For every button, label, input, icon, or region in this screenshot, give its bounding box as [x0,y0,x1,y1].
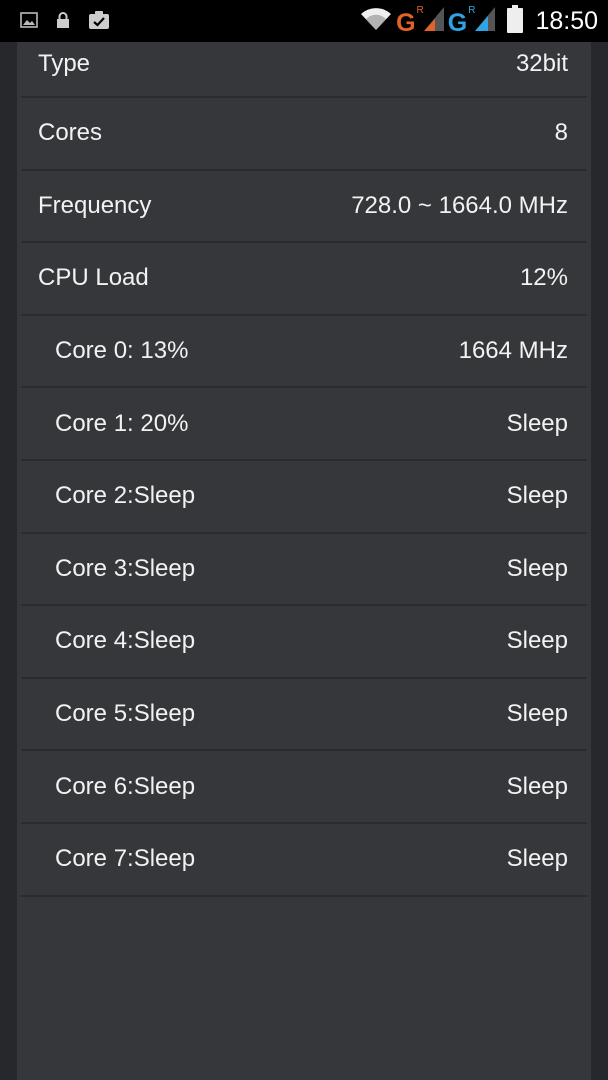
info-value: 8 [554,119,568,147]
core-value: Sleep [506,627,568,655]
info-row-type: Type 32bit [21,42,587,98]
network-1-indicator: G R [396,4,444,37]
lock-icon [56,11,70,34]
info-label: Type [38,50,91,77]
info-value: 12% [519,264,568,292]
info-row-cores: Cores 8 [21,98,587,171]
core-value: 1664 MHz [458,337,568,365]
clock: 18:50 [535,6,598,35]
core-label: Core 4:Sleep [55,627,196,655]
status-bar: G R G R 18:50 [0,0,608,42]
cpu-info-panel[interactable]: Type 32bit Cores 8 Frequency 728.0 ~ 166… [17,42,591,1080]
core-value: Sleep [506,845,568,873]
signal-icon [423,6,444,36]
network-2-roaming: R [468,4,476,16]
clipboard-check-icon [88,10,110,35]
notification-icons [20,10,110,35]
core-label: Core 1: 20% [55,409,189,437]
core-label: Core 2:Sleep [55,482,196,510]
right-gutter [591,42,608,1080]
core-label: Core 5:Sleep [55,700,196,728]
system-status-icons: G R G R 18:50 [360,4,598,38]
core-row: Core 5:Sleep Sleep [21,679,587,752]
core-label: Core 7:Sleep [55,845,196,873]
info-value: 32bit [515,50,568,77]
info-label: CPU Load [38,264,149,292]
core-row: Core 4:Sleep Sleep [21,606,587,679]
core-value: Sleep [506,554,568,582]
network-2-indicator: G R [447,4,496,37]
core-label: Core 3:Sleep [55,554,196,582]
core-label: Core 6:Sleep [55,772,196,800]
core-value: Sleep [506,482,568,510]
core-row: Core 2:Sleep Sleep [21,461,587,534]
core-label: Core 0: 13% [55,337,189,365]
core-value: Sleep [506,772,568,800]
core-row: Core 7:Sleep Sleep [21,824,587,897]
info-row-frequency: Frequency 728.0 ~ 1664.0 MHz [21,171,587,244]
info-value: 728.0 ~ 1664.0 MHz [351,191,568,219]
network-1-roaming: R [416,4,424,16]
battery-icon [507,4,524,38]
core-value: Sleep [506,409,568,437]
info-label: Cores [38,119,103,147]
left-gutter [0,42,17,1080]
image-icon [20,12,38,33]
info-row-cpu-load: CPU Load 12% [21,243,587,316]
cpu-info-list[interactable]: Type 32bit Cores 8 Frequency 728.0 ~ 166… [21,42,587,897]
network-2-type: G [447,8,468,37]
wifi-icon [360,7,392,36]
core-row: Core 0: 13% 1664 MHz [21,316,587,389]
core-row: Core 1: 20% Sleep [21,388,587,461]
network-1-type: G [396,8,416,37]
info-label: Frequency [38,191,152,219]
core-row: Core 3:Sleep Sleep [21,534,587,607]
core-value: Sleep [506,700,568,728]
signal-icon [475,6,496,36]
core-row: Core 6:Sleep Sleep [21,751,587,824]
